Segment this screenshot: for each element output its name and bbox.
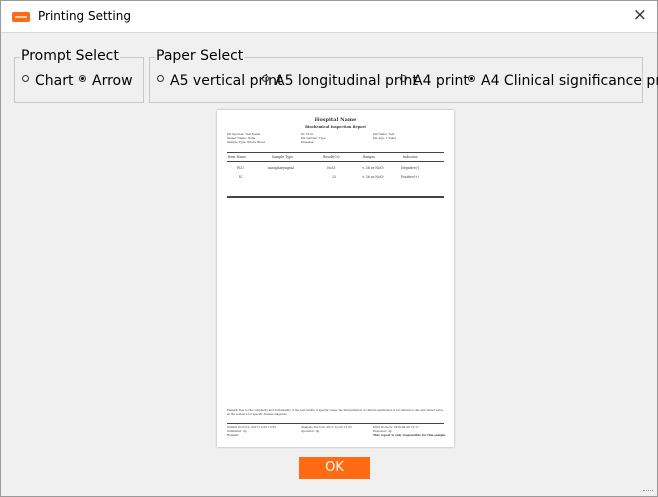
table-cell: Negative(-) bbox=[401, 166, 420, 170]
window-title: Printing Setting bbox=[38, 9, 131, 23]
prompt-select-group: Prompt Select Chart Arrow bbox=[14, 48, 144, 103]
table-cell: 23 bbox=[332, 175, 337, 179]
ok-button[interactable]: OK bbox=[299, 457, 370, 479]
preview-report-title: Biochemical Inspection Report bbox=[305, 125, 366, 129]
radio-chart-indicator[interactable] bbox=[22, 74, 29, 82]
footer-line: This report is only responsible for this… bbox=[373, 433, 446, 437]
radio-chart-label[interactable]: Chart bbox=[35, 73, 73, 89]
preview-footer-col3: Print Doctors: 2018-04-20 10:11 Reviewer… bbox=[373, 425, 445, 437]
preview-remark: Remark: Due to the complexity and indivi… bbox=[227, 409, 444, 416]
footer-line: Operator: dp bbox=[301, 429, 320, 433]
preview-footer-col2: Analysis Doctors: 2017-12-25 13:35 Opera… bbox=[301, 425, 352, 433]
close-icon[interactable]: × bbox=[633, 7, 647, 24]
radio-a4-clinical-label[interactable]: A4 Clinical significance print bbox=[481, 73, 658, 89]
radio-arrow[interactable]: Arrow bbox=[79, 73, 133, 89]
table-cell: NoCt bbox=[327, 166, 336, 170]
radio-a5-longitudinal[interactable]: A5 longitudinal print bbox=[262, 73, 418, 89]
print-preview: Hospital Name Biochemical Inspection Rep… bbox=[217, 110, 454, 447]
preview-rule-bottom bbox=[227, 196, 444, 198]
radio-a5-longitudinal-indicator[interactable] bbox=[262, 74, 269, 82]
table-cell: Positive(+) bbox=[401, 175, 419, 179]
preview-footer-col1: Submit Doctors: 2017-12-25 13:35 Submitt… bbox=[227, 425, 276, 437]
radio-arrow-label[interactable]: Arrow bbox=[92, 73, 133, 89]
radio-a5-vertical-indicator[interactable] bbox=[157, 74, 164, 82]
preview-rule-header bbox=[227, 161, 444, 162]
prompt-select-legend: Prompt Select bbox=[20, 48, 120, 64]
preview-meta-col1: Pet Species: Test Name Owner Name: Irena… bbox=[227, 132, 265, 144]
table-cell: FLU bbox=[237, 166, 244, 170]
preview-rule-top bbox=[227, 152, 444, 153]
table-cell: IC bbox=[239, 175, 243, 179]
header-cell: Item Name bbox=[228, 155, 247, 159]
radio-a5-longitudinal-label[interactable]: A5 longitudinal print bbox=[275, 73, 418, 89]
preview-meta-col2: ID: 0101 Pet Gender: Type Diseases: bbox=[301, 132, 326, 144]
preview-hospital-name: Hospital Name bbox=[314, 117, 357, 123]
radio-a4-print-label[interactable]: A4 print bbox=[413, 73, 469, 89]
header-cell: Result(Ct) bbox=[323, 155, 340, 159]
paper-select-legend: Paper Select bbox=[155, 48, 245, 64]
header-cell: Ranges bbox=[363, 155, 375, 159]
radio-a4-print[interactable]: A4 print bbox=[400, 73, 469, 89]
radio-a4-print-indicator[interactable] bbox=[400, 74, 407, 82]
radio-a4-clinical-indicator[interactable] bbox=[468, 74, 475, 82]
header-cell: Indicator bbox=[403, 155, 418, 159]
table-cell: nasopharyngeal bbox=[268, 166, 294, 170]
preview-rule-footer bbox=[227, 423, 444, 424]
table-cell: < 36 or NoCt bbox=[362, 175, 384, 179]
radio-arrow-indicator[interactable] bbox=[79, 74, 86, 82]
preview-meta-col3: Pet Name: Test Pet Age: 1 Years bbox=[373, 132, 396, 140]
footer-line: Remark: bbox=[227, 433, 240, 437]
app-logo-icon bbox=[12, 12, 30, 22]
meta-line: Sample Type: Whole Blood bbox=[227, 140, 266, 144]
radio-chart[interactable]: Chart bbox=[22, 73, 73, 89]
meta-line: Pet Age: 1 Years bbox=[373, 136, 397, 140]
paper-select-group: Paper Select A5 vertical print A5 longit… bbox=[149, 48, 658, 103]
title-bar: Printing Setting × bbox=[1, 1, 657, 33]
header-cell: Sample Type bbox=[272, 155, 293, 159]
radio-a4-clinical[interactable]: A4 Clinical significance print bbox=[468, 73, 658, 89]
table-cell: < 36 or NoCt bbox=[362, 166, 384, 170]
resize-grip[interactable] bbox=[643, 490, 653, 494]
meta-line: Diseases: bbox=[301, 140, 315, 144]
print-settings-dialog: Printing Setting × Prompt Select Chart A… bbox=[0, 0, 658, 497]
